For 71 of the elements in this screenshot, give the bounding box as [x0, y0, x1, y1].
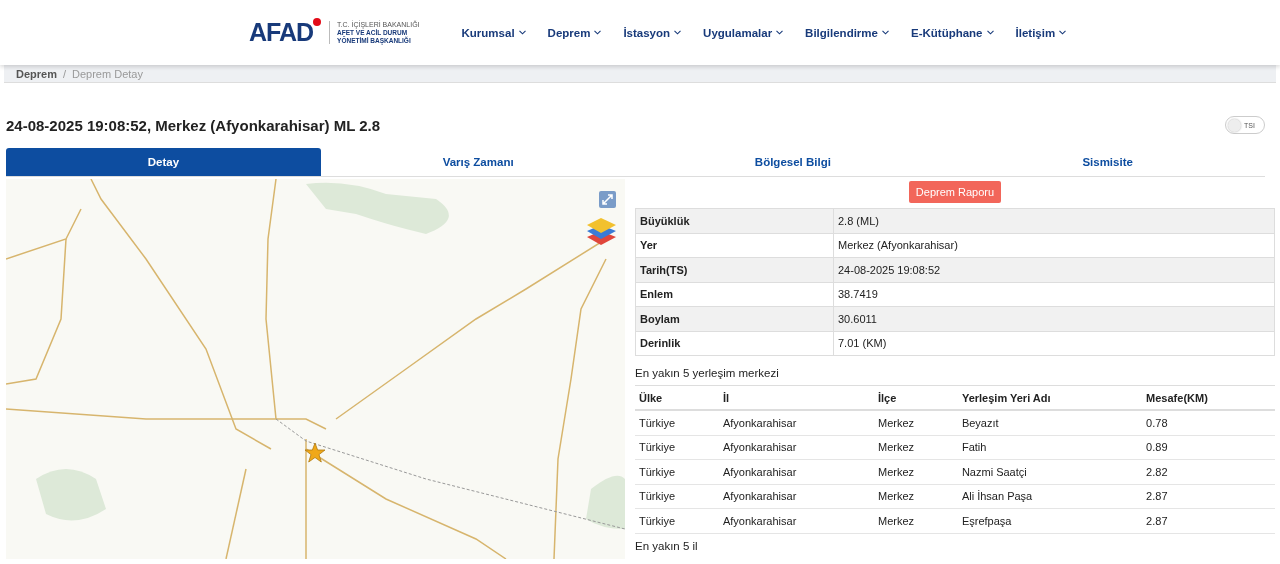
- section-title: En yakın 5 il: [635, 539, 699, 552]
- tab[interactable]: Bölgesel Bilgi: [635, 148, 951, 176]
- nav-menu-item[interactable]: Bilgilendirme: [805, 26, 889, 39]
- table-cell: Türkiye: [635, 459, 719, 484]
- nav-menu-item[interactable]: İletişim: [1015, 26, 1067, 39]
- table-cell: 2.82: [1142, 459, 1275, 484]
- column-header: Ülke: [635, 385, 719, 410]
- chevron-down-icon: [674, 30, 682, 35]
- column-header: Yerleşim Yeri Adı: [957, 385, 1143, 410]
- table-cell: Ali İhsan Paşa: [957, 484, 1143, 509]
- detail-value: 7.01 (KM): [833, 331, 1275, 356]
- detail-label: Tarih(TS): [635, 257, 834, 282]
- column-header: Mesafe(KM): [1142, 385, 1275, 410]
- earthquake-title: 24-08-2025 19:08:52, Merkez (Afyonkarahisar) ML 2.8: [6, 116, 381, 134]
- table-cell: Merkez: [873, 435, 958, 460]
- chevron-down-icon: [594, 30, 602, 35]
- table-cell: Merkez: [873, 459, 958, 484]
- table-cell: Merkez: [873, 484, 958, 509]
- table-cell: Türkiye: [635, 435, 719, 460]
- table-cell: Eşrefpaşa: [957, 508, 1143, 533]
- detail-value: 38.7419: [833, 282, 1275, 307]
- chevron-down-icon: [1059, 30, 1067, 35]
- tab[interactable]: Varış Zamanı: [320, 148, 636, 176]
- table-cell: 2.87: [1142, 508, 1275, 533]
- star-marker-icon[interactable]: [304, 442, 326, 464]
- table-cell: Afyonkarahisar: [718, 484, 874, 509]
- nav-menu-item[interactable]: Deprem: [547, 26, 602, 39]
- nav-menu-item[interactable]: Uygulamalar: [703, 26, 784, 39]
- table-cell: Türkiye: [635, 410, 719, 435]
- logo-text[interactable]: AFAD: [249, 18, 314, 47]
- table-cell: Afyonkarahisar: [718, 459, 874, 484]
- table-cell: Nazmi Saatçi: [957, 459, 1143, 484]
- breadcrumb-separator: /: [62, 67, 67, 80]
- table-cell: Afyonkarahisar: [718, 410, 874, 435]
- crescent-dot-icon: [313, 18, 322, 26]
- detail-label: Derinlik: [635, 331, 834, 356]
- breadcrumb-link[interactable]: Deprem: [16, 67, 57, 80]
- detail-label: Enlem: [635, 282, 834, 307]
- nav-menu-item[interactable]: E-Kütüphane: [910, 26, 994, 39]
- tab[interactable]: Sismisite: [950, 148, 1265, 176]
- table-cell: Türkiye: [635, 508, 719, 533]
- table-cell: Beyazıt: [957, 410, 1143, 435]
- detail-value: 2.8 (ML): [833, 208, 1275, 233]
- detail-label: Büyüklük: [635, 208, 834, 233]
- table-cell: 0.78: [1142, 410, 1275, 435]
- table-cell: Afyonkarahisar: [718, 435, 874, 460]
- detail-value: 30.6011: [833, 306, 1275, 331]
- table-cell: Fatih: [957, 435, 1143, 460]
- column-header: İl: [718, 385, 874, 410]
- detail-label: Boylam: [635, 306, 834, 331]
- section-title: En yakın 5 yerleşim merkezi: [635, 367, 780, 379]
- chevron-down-icon: [881, 30, 889, 35]
- detail-label: Yer: [635, 233, 834, 258]
- nav-menu-item[interactable]: Kurumsal: [461, 26, 526, 39]
- detail-value: 24-08-2025 19:08:52: [833, 257, 1275, 282]
- nav-menu-item[interactable]: İstasyon: [623, 26, 682, 39]
- table-cell: Merkez: [873, 508, 958, 533]
- detail-value: Merkez (Afyonkarahisar): [833, 233, 1275, 258]
- table-cell: Afyonkarahisar: [718, 508, 874, 533]
- chevron-down-icon: [986, 30, 994, 35]
- fullscreen-icon[interactable]: [599, 191, 616, 208]
- chevron-down-icon: [776, 30, 784, 35]
- table-cell: Türkiye: [635, 484, 719, 509]
- table-cell: 0.89: [1142, 435, 1275, 460]
- layers-icon[interactable]: [585, 217, 618, 247]
- column-header: İlçe: [873, 385, 958, 410]
- table-cell: 2.87: [1142, 484, 1275, 509]
- chevron-down-icon: [518, 30, 526, 35]
- tab[interactable]: Detay: [6, 148, 321, 176]
- table-cell: Merkez: [873, 410, 958, 435]
- breadcrumb-current: Deprem Detay: [72, 67, 143, 80]
